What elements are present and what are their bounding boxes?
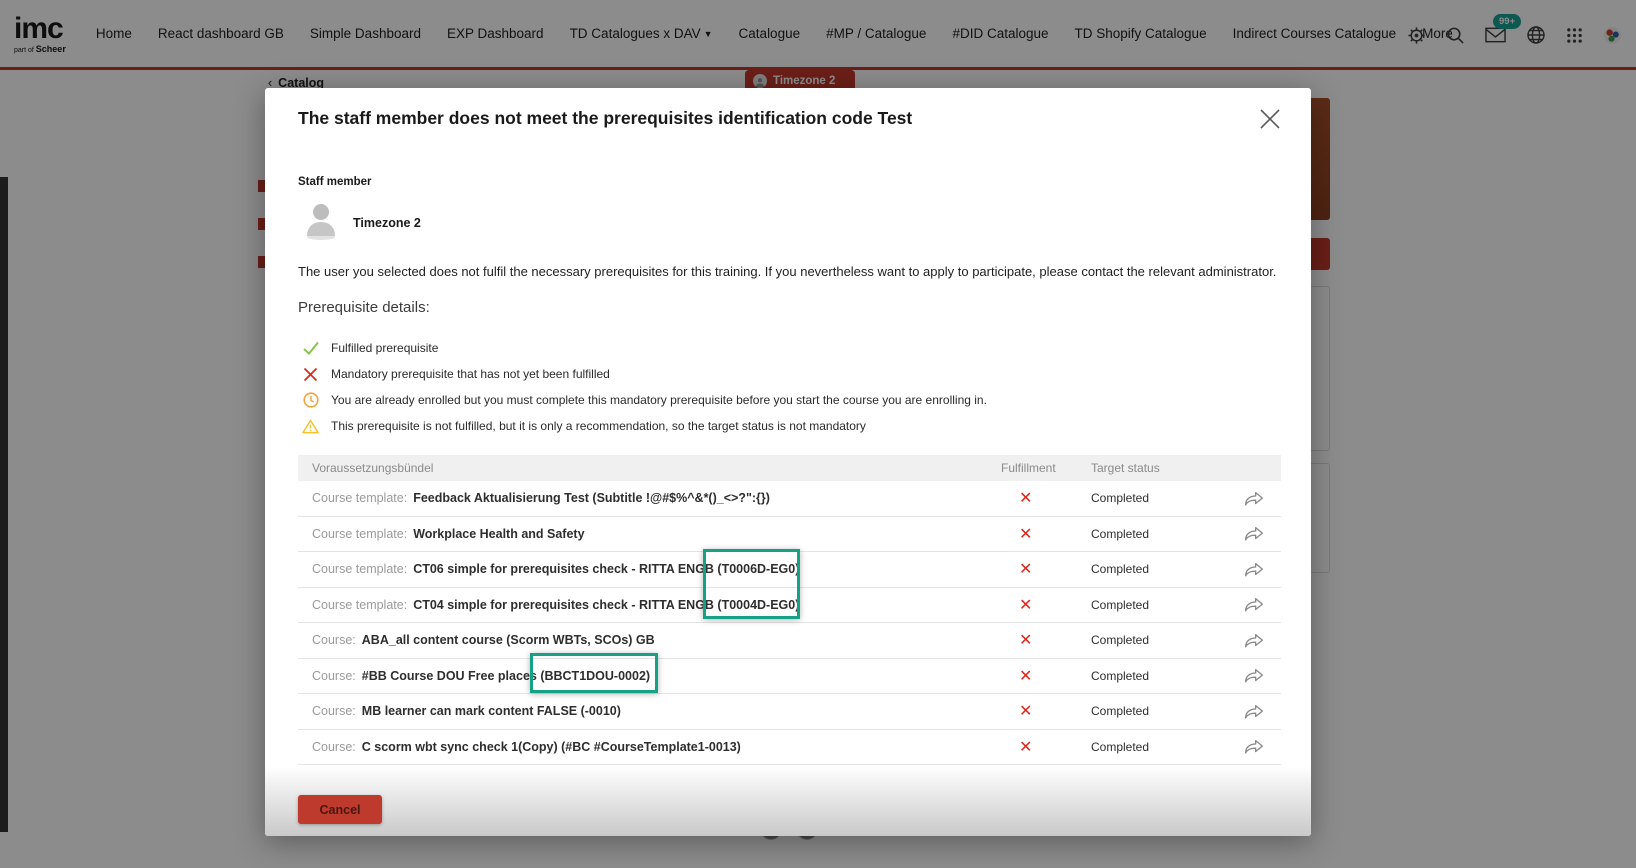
- cross-icon: ✕: [1001, 526, 1032, 543]
- forward-arrow-icon: [1244, 562, 1264, 577]
- fulfillment-cell: ✕: [1001, 595, 1091, 615]
- go-to-course-button[interactable]: [1226, 633, 1281, 648]
- prerequisite-name-cell: Course: MB learner can mark content FALSE…: [298, 704, 1001, 718]
- prerequisite-name: ABA_all content course (Scorm WBTs, SCOs…: [362, 633, 655, 647]
- staff-member-name: Timezone 2: [353, 216, 421, 230]
- column-target-status: Target status: [1091, 461, 1226, 475]
- prerequisite-name-cell: Course template:CT06 simple for prerequi…: [298, 562, 1001, 576]
- warning-icon: [302, 419, 319, 434]
- table-row: Course template: Workplace Health and Saf…: [298, 517, 1281, 553]
- forward-arrow-icon: [1244, 704, 1264, 719]
- prerequisite-name: C scorm wbt sync check 1(Copy) (#BC #Cou…: [362, 740, 741, 754]
- cross-icon: ✕: [1001, 703, 1032, 720]
- table-row: Course: MB learner can mark content FALSE…: [298, 694, 1281, 730]
- forward-arrow-icon: [1244, 633, 1264, 648]
- prerequisite-type-label: Course:: [312, 669, 356, 683]
- prerequisite-name: MB learner can mark content FALSE (-0010…: [362, 704, 621, 718]
- cancel-button[interactable]: Cancel: [298, 795, 382, 824]
- table-row: Course: ABA_all content course (Scorm WBT…: [298, 623, 1281, 659]
- fulfillment-cell: ✕: [1001, 524, 1091, 544]
- go-to-course-button[interactable]: [1226, 562, 1281, 577]
- avatar: [301, 200, 341, 240]
- target-status-cell: Completed: [1091, 491, 1226, 505]
- cross-icon: ✕: [1001, 597, 1032, 614]
- prerequisite-type-label: Course template:: [312, 527, 407, 541]
- go-to-course-button[interactable]: [1226, 668, 1281, 683]
- prerequisite-type-label: Course template:: [312, 562, 407, 576]
- fulfillment-cell: ✕: [1001, 737, 1091, 757]
- prerequisite-type-label: Course template:: [312, 598, 407, 612]
- target-status-cell: Completed: [1091, 740, 1226, 754]
- prerequisites-modal: The staff member does not meet the prere…: [265, 88, 1311, 836]
- fulfillment-cell: ✕: [1001, 630, 1091, 650]
- prerequisite-name-cell: Course: ABA_all content course (Scorm WBT…: [298, 633, 1001, 647]
- modal-description: The user you selected does not fulfil th…: [298, 264, 1278, 279]
- table-row: Course:#BB Course DOU Free places (BBCT1…: [298, 659, 1281, 695]
- go-to-course-button[interactable]: [1226, 526, 1281, 541]
- check-icon: [302, 341, 319, 355]
- table-row: Course template: Feedback Aktualisierung …: [298, 481, 1281, 517]
- target-status-cell: Completed: [1091, 669, 1226, 683]
- cross-icon: [302, 367, 319, 382]
- cross-icon: ✕: [1001, 632, 1032, 649]
- legend-item: Mandatory prerequisite that has not yet …: [302, 361, 987, 387]
- fulfillment-cell: ✕: [1001, 488, 1091, 508]
- prerequisite-name-cell: Course template: Feedback Aktualisierung …: [298, 491, 1001, 505]
- legend-item: You are already enrolled but you must co…: [302, 387, 987, 413]
- modal-bottom-shadow: [265, 766, 1311, 836]
- go-to-course-button[interactable]: [1226, 739, 1281, 754]
- clock-icon: [302, 392, 319, 408]
- prerequisite-type-label: Course:: [312, 704, 356, 718]
- prerequisite-name-cell: Course: C scorm wbt sync check 1(Copy) (#…: [298, 740, 1001, 754]
- go-to-course-button[interactable]: [1226, 597, 1281, 612]
- table-body: Course template: Feedback Aktualisierung …: [298, 481, 1281, 765]
- go-to-course-button[interactable]: [1226, 704, 1281, 719]
- forward-arrow-icon: [1244, 739, 1264, 754]
- go-to-course-button[interactable]: [1226, 491, 1281, 506]
- fulfillment-cell: ✕: [1001, 701, 1091, 721]
- prerequisite-name-cell: Course template: Workplace Health and Saf…: [298, 527, 1001, 541]
- legend-item: Fulfilled prerequisite: [302, 335, 987, 361]
- fulfillment-cell: ✕: [1001, 559, 1091, 579]
- forward-arrow-icon: [1244, 526, 1264, 541]
- cross-icon: ✕: [1001, 561, 1032, 578]
- highlight-annotation: [530, 653, 658, 693]
- target-status-cell: Completed: [1091, 704, 1226, 718]
- column-bundle: Voraussetzungsbündel: [298, 461, 1001, 475]
- close-icon[interactable]: [1257, 106, 1283, 137]
- target-status-cell: Completed: [1091, 598, 1226, 612]
- forward-arrow-icon: [1244, 491, 1264, 506]
- prerequisite-name: Workplace Health and Safety: [413, 527, 584, 541]
- modal-title: The staff member does not meet the prere…: [298, 108, 912, 129]
- cross-icon: ✕: [1001, 739, 1032, 756]
- highlight-annotation: [703, 549, 800, 619]
- target-status-cell: Completed: [1091, 562, 1226, 576]
- cross-icon: ✕: [1001, 668, 1032, 685]
- prerequisite-type-label: Course:: [312, 633, 356, 647]
- column-fulfillment: Fulfillment: [1001, 461, 1091, 475]
- forward-arrow-icon: [1244, 668, 1264, 683]
- prerequisite-name: Feedback Aktualisierung Test (Subtitle !…: [413, 491, 770, 505]
- cross-icon: ✕: [1001, 490, 1032, 507]
- target-status-cell: Completed: [1091, 527, 1226, 541]
- prerequisite-details-heading: Prerequisite details:: [298, 299, 430, 316]
- forward-arrow-icon: [1244, 597, 1264, 612]
- fulfillment-cell: ✕: [1001, 666, 1091, 686]
- prerequisite-type-label: Course:: [312, 740, 356, 754]
- legend: Fulfilled prerequisite Mandatory prerequ…: [302, 335, 987, 439]
- prerequisite-type-label: Course template:: [312, 491, 407, 505]
- target-status-cell: Completed: [1091, 633, 1226, 647]
- legend-item: This prerequisite is not fulfilled, but …: [302, 413, 987, 439]
- table-row: Course: C scorm wbt sync check 1(Copy) (#…: [298, 730, 1281, 766]
- staff-member-label: Staff member: [298, 176, 372, 188]
- table-header: Voraussetzungsbündel Fulfillment Target …: [298, 455, 1281, 481]
- prerequisite-name-cell: Course template:CT04 simple for prerequi…: [298, 598, 1001, 612]
